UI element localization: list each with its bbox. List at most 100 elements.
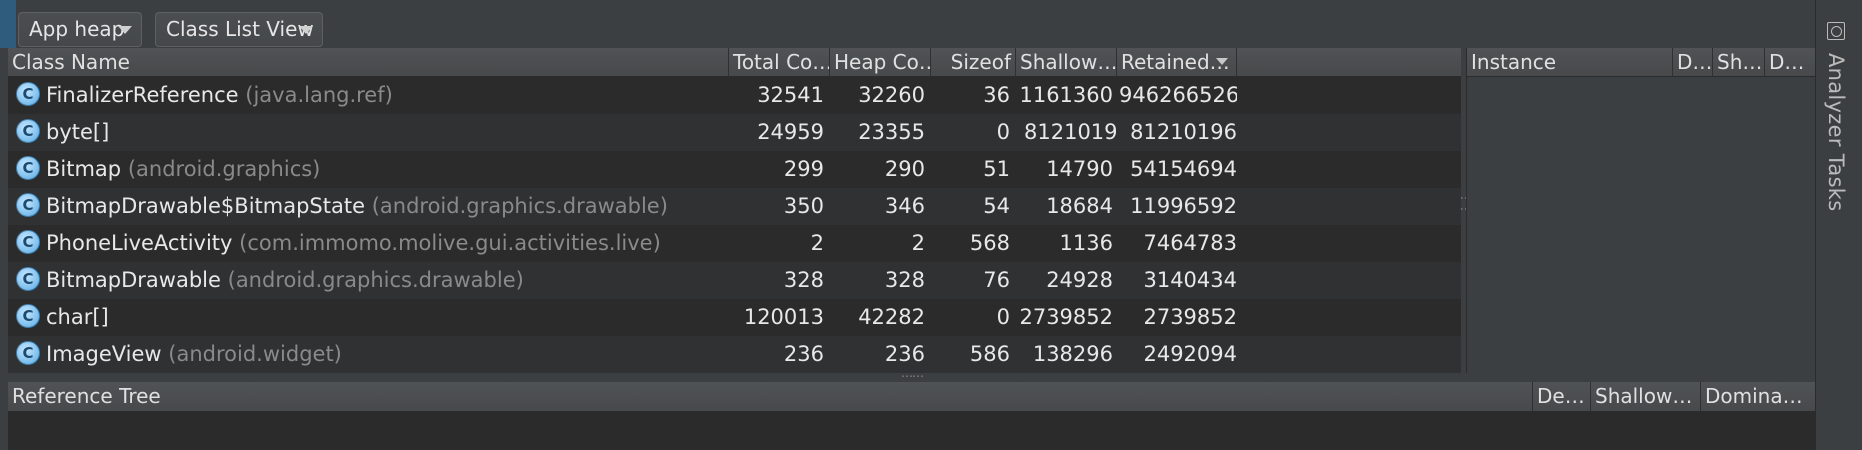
- chevron-down-icon: [118, 26, 132, 34]
- column-dominating-size[interactable]: Domina…: [1701, 382, 1815, 412]
- class-package: (android.graphics.drawable): [371, 194, 668, 218]
- heap-count-cell: 42282: [858, 305, 925, 329]
- column-dominating[interactable]: D…: [1765, 48, 1816, 77]
- class-name: PhoneLiveActivity: [46, 231, 233, 255]
- total-count-cell: 32541: [757, 83, 824, 107]
- retained-size-cell: 3140434: [1143, 268, 1237, 292]
- column-shallow[interactable]: Sh…: [1713, 48, 1765, 77]
- retained-size-cell: 81210196: [1130, 120, 1237, 144]
- class-name: Bitmap: [46, 157, 122, 181]
- table-row[interactable]: C FinalizerReference (java.lang.ref) 3254…: [8, 77, 1461, 114]
- column-shallow-size[interactable]: Shallow…: [1016, 48, 1117, 77]
- sizeof-cell: 568: [969, 231, 1010, 255]
- class-package: (java.lang.ref): [245, 83, 393, 107]
- column-class-name[interactable]: Class Name: [8, 48, 729, 77]
- table-row[interactable]: Cbyte[] 24959 23355 0 81210196 81210196: [8, 114, 1461, 151]
- sizeof-cell: 0: [996, 120, 1010, 144]
- reference-tree-header: Reference Tree De… Shallow… Domina…: [8, 382, 1815, 412]
- class-icon: C: [16, 304, 40, 328]
- class-name: byte[]: [46, 120, 110, 144]
- heap-count-cell: 23355: [858, 120, 925, 144]
- heap-count-cell: 290: [884, 157, 925, 181]
- class-icon: C: [16, 267, 40, 291]
- heap-select[interactable]: App heap: [18, 12, 142, 47]
- column-instance[interactable]: Instance: [1467, 48, 1673, 77]
- shallow-size-cell: 2739852: [1019, 305, 1113, 329]
- class-icon: C: [16, 82, 40, 106]
- heap-count-cell: 32260: [858, 83, 925, 107]
- heap-count-cell: 2: [911, 231, 925, 255]
- column-depth[interactable]: De…: [1533, 382, 1591, 412]
- class-package: (android.graphics): [127, 157, 321, 181]
- retained-size-cell: 2492094: [1143, 342, 1237, 366]
- class-rows: C FinalizerReference (java.lang.ref) 3254…: [8, 77, 1461, 373]
- shallow-size-cell: 81210196: [1024, 120, 1117, 144]
- analyzer-icon: [1827, 22, 1845, 40]
- total-count-cell: 2: [810, 231, 824, 255]
- analyzer-tasks-tab[interactable]: Analyzer Tasks: [1824, 22, 1848, 212]
- total-count-cell: 120013: [743, 305, 824, 329]
- shallow-size-cell: 1136: [1059, 231, 1113, 255]
- class-package: (android.widget): [168, 342, 342, 366]
- column-heap-count[interactable]: Heap Co…: [830, 48, 931, 77]
- table-row[interactable]: C BitmapDrawable (android.graphics.drawab…: [8, 262, 1461, 299]
- view-select[interactable]: Class List View: [155, 12, 323, 47]
- class-name: char[]: [46, 305, 109, 329]
- column-retained-size[interactable]: Retained…: [1117, 48, 1237, 77]
- class-list-table: Class Name Total Co… Heap Co… Sizeof Sha…: [8, 48, 1461, 373]
- total-count-cell: 299: [783, 157, 824, 181]
- table-row[interactable]: C ImageView (android.widget) 236 236 586 …: [8, 336, 1461, 373]
- class-package: (android.graphics.drawable): [227, 268, 524, 292]
- sizeof-cell: 586: [969, 342, 1010, 366]
- heap-toolbar: App heap Class List View: [0, 0, 1815, 48]
- sizeof-cell: 0: [996, 305, 1010, 329]
- view-select-value: Class List View: [166, 17, 314, 41]
- class-package: (com.immomo.molive.gui.activities.live): [239, 231, 661, 255]
- total-count-cell: 236: [783, 342, 824, 366]
- shallow-size-cell: 1161360: [1019, 83, 1113, 107]
- sizeof-cell: 51: [983, 157, 1010, 181]
- class-name: BitmapDrawable: [46, 268, 221, 292]
- table-row[interactable]: C PhoneLiveActivity (com.immomo.molive.gu…: [8, 225, 1461, 262]
- shallow-size-cell: 18684: [1046, 194, 1113, 218]
- retained-size-cell: 7464783: [1143, 231, 1237, 255]
- instance-panel: Instance D… Sh… D…: [1466, 48, 1815, 373]
- sizeof-cell: 36: [983, 83, 1010, 107]
- reference-tree-panel: Reference Tree De… Shallow… Domina…: [8, 382, 1815, 450]
- heap-count-cell: 328: [884, 268, 925, 292]
- total-count-cell: 350: [783, 194, 824, 218]
- heap-count-cell: 236: [884, 342, 925, 366]
- column-shallow-size[interactable]: Shallow…: [1591, 382, 1701, 412]
- shallow-size-cell: 14790: [1046, 157, 1113, 181]
- sizeof-cell: 54: [983, 194, 1010, 218]
- sort-descending-icon: [1216, 58, 1228, 65]
- table-row[interactable]: C Bitmap (android.graphics) 299 290 51 14…: [8, 151, 1461, 188]
- retained-size-cell: 2739852: [1143, 305, 1237, 329]
- column-sizeof[interactable]: Sizeof: [931, 48, 1016, 77]
- shallow-size-cell: 24928: [1046, 268, 1113, 292]
- table-row[interactable]: C BitmapDrawable$BitmapState (android.gra…: [8, 188, 1461, 225]
- chevron-down-icon: [299, 26, 313, 34]
- heap-viewer: App heap Class List View Class Name Tota…: [0, 0, 1815, 450]
- retained-size-cell: 54154694: [1130, 157, 1237, 181]
- class-name: FinalizerReference: [46, 83, 239, 107]
- column-reference-tree[interactable]: Reference Tree: [8, 382, 1533, 412]
- class-icon: C: [16, 193, 40, 217]
- class-icon: C: [16, 156, 40, 180]
- instance-table-header: Instance D… Sh… D…: [1467, 48, 1815, 77]
- horizontal-splitter-grip-icon[interactable]: ⋯⋯: [901, 369, 924, 383]
- class-name: BitmapDrawable$BitmapState: [46, 194, 366, 218]
- column-depth[interactable]: D…: [1673, 48, 1713, 77]
- class-icon: C: [16, 230, 40, 254]
- analyzer-tasks-label: Analyzer Tasks: [1824, 52, 1848, 212]
- toolbar-accent: [0, 0, 16, 48]
- total-count-cell: 24959: [757, 120, 824, 144]
- column-total-count[interactable]: Total Co…: [729, 48, 830, 77]
- table-row[interactable]: Cchar[] 120013 42282 0 2739852 2739852: [8, 299, 1461, 336]
- horizontal-splitter[interactable]: ⋯⋯: [8, 369, 1815, 383]
- shallow-size-cell: 138296: [1032, 342, 1113, 366]
- retained-size-cell: 946266526: [1119, 83, 1237, 107]
- heap-select-value: App heap: [29, 17, 125, 41]
- class-name: ImageView: [46, 342, 162, 366]
- class-icon: C: [16, 119, 40, 143]
